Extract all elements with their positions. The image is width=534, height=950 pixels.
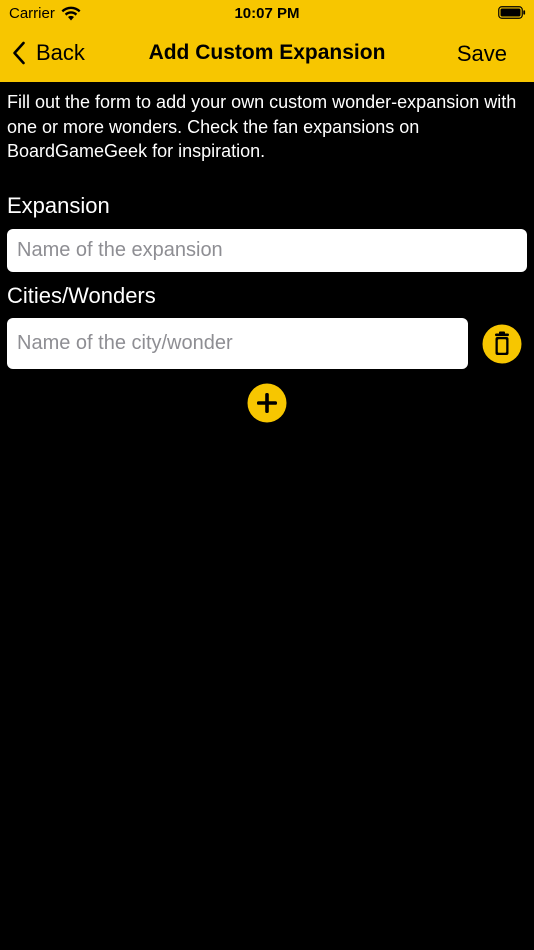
trash-icon[interactable] [482, 324, 522, 364]
save-button[interactable]: Save [457, 41, 507, 67]
battery-full-icon [498, 6, 526, 19]
status-bar: Carrier 10:07 PM [0, 0, 534, 28]
plus-circle-icon[interactable] [247, 383, 287, 423]
navigation-bar: Back Add Custom Expansion Save [0, 28, 534, 82]
top-bar: Carrier 10:07 PM Back Add Custom Expansi… [0, 0, 534, 82]
intro-text: Fill out the form to add your own custom… [7, 92, 517, 161]
status-time: 10:07 PM [234, 5, 300, 22]
wonders-label: Cities/Wonders [7, 283, 156, 308]
wonder-name-input[interactable] [7, 318, 468, 369]
expansion-label: Expansion [7, 193, 110, 218]
expansion-name-input[interactable] [7, 229, 527, 272]
page-title: Add Custom Expansion [148, 41, 386, 64]
